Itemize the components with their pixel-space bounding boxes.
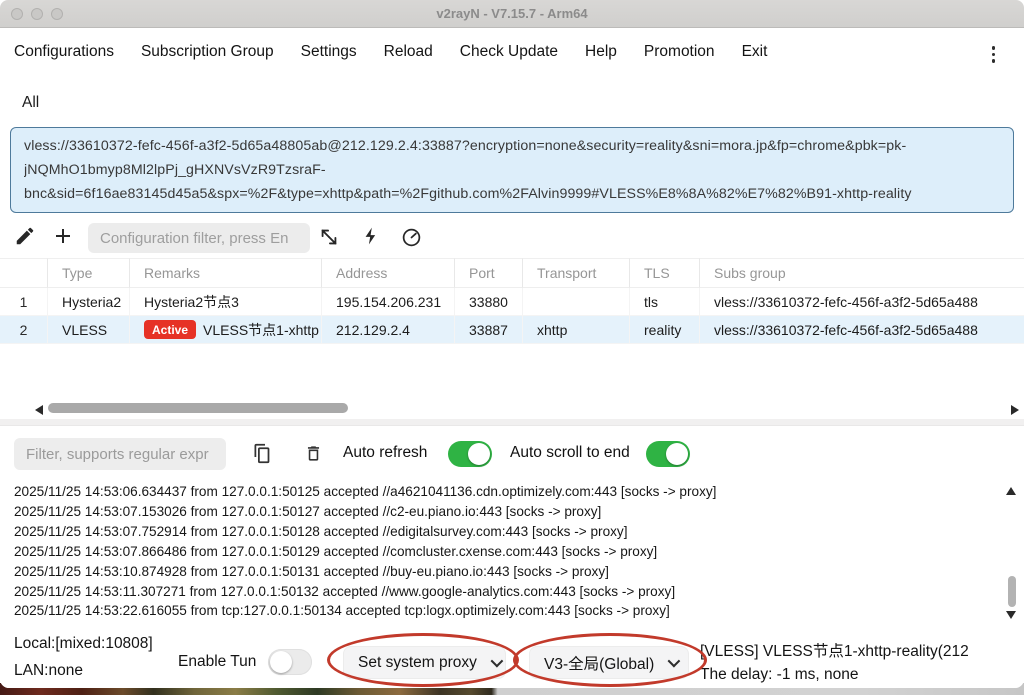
cell-subs-group: vless://33610372-fefc-456f-a3f2-5d65a488 — [700, 288, 1024, 316]
log-line: 2025/11/25 14:53:11.307271 from 127.0.0.… — [14, 582, 994, 602]
edit-pencil-icon[interactable] — [12, 223, 38, 249]
trash-icon[interactable] — [300, 440, 326, 466]
cell-subs-group: vless://33610372-fefc-456f-a3f2-5d65a488 — [700, 316, 1024, 344]
log-toolbar: Auto refresh Auto scroll to end — [0, 436, 1024, 474]
delay-info: The delay: -1 ms, none — [700, 666, 859, 684]
menu-exit[interactable]: Exit — [742, 43, 768, 61]
system-proxy-label: Set system proxy — [358, 654, 477, 672]
copy-icon[interactable] — [248, 440, 274, 466]
log-line: 2025/11/25 14:53:10.874928 from 127.0.0.… — [14, 562, 994, 582]
cell-remarks: Hysteria2节点3 — [130, 288, 322, 316]
speedometer-gauge-icon[interactable] — [398, 224, 424, 250]
menu-reload[interactable]: Reload — [384, 43, 433, 61]
cell-tls: reality — [630, 316, 700, 344]
table-row[interactable]: 1 Hysteria2 Hysteria2节点3 195.154.206.231… — [0, 288, 1024, 316]
auto-refresh-label: Auto refresh — [343, 444, 427, 462]
menu-help[interactable]: Help — [585, 43, 617, 61]
menu-subscription-group[interactable]: Subscription Group — [141, 43, 274, 61]
chevron-down-icon — [490, 655, 503, 668]
cell-transport — [523, 288, 630, 316]
local-port-status: Local:[mixed:10808] — [14, 635, 153, 653]
table-row-selected[interactable]: 2 VLESS Active VLESS节点1-xhttp 212.129.2.… — [0, 316, 1024, 344]
move-expand-arrows-icon[interactable] — [316, 224, 342, 250]
log-line: 2025/11/25 14:53:07.866486 from 127.0.0.… — [14, 542, 994, 562]
col-row-number — [0, 258, 48, 288]
scroll-left-arrow-icon[interactable] — [35, 405, 43, 415]
table-header-row: Type Remarks Address Port Transport TLS … — [0, 258, 1024, 288]
cell-address: 195.154.206.231 — [322, 288, 455, 316]
add-config-icon[interactable] — [50, 223, 76, 249]
horizontal-scrollbar-thumb[interactable] — [48, 403, 348, 413]
section-divider — [0, 419, 1024, 426]
status-bar: Local:[mixed:10808] LAN:none Enable Tun … — [0, 628, 1024, 688]
v2rayn-app: v2rayN - V7.15.7 - Arm64 Configurations … — [0, 0, 1024, 695]
cell-tls: tls — [630, 288, 700, 316]
cell-port: 33887 — [455, 316, 523, 344]
log-line: 2025/11/25 14:53:07.752914 from 127.0.0.… — [14, 522, 994, 542]
menu-settings[interactable]: Settings — [301, 43, 357, 61]
menu-configurations[interactable]: Configurations — [14, 43, 114, 61]
menu-promotion[interactable]: Promotion — [644, 43, 715, 61]
kebab-menu-icon[interactable] — [989, 43, 999, 66]
horizontal-scrollbar[interactable] — [0, 403, 1024, 417]
remarks-text: VLESS节点1-xhttp — [203, 320, 319, 340]
col-address[interactable]: Address — [322, 258, 455, 288]
active-node-info: [VLESS] VLESS节点1-xhttp-reality(212 — [700, 639, 969, 661]
chevron-down-icon — [668, 655, 681, 668]
configuration-filter-input[interactable] — [88, 223, 310, 253]
speedtest-lightning-icon[interactable] — [358, 223, 384, 249]
titlebar[interactable]: v2rayN - V7.15.7 - Arm64 — [0, 0, 1024, 28]
enable-tun-label: Enable Tun — [178, 653, 256, 671]
cell-address: 212.129.2.4 — [322, 316, 455, 344]
cell-port: 33880 — [455, 288, 523, 316]
col-subs-group[interactable]: Subs group — [700, 258, 1024, 288]
v2rayn-window: v2rayN - V7.15.7 - Arm64 Configurations … — [0, 0, 1024, 688]
row-number: 2 — [0, 316, 48, 344]
window-title: v2rayN - V7.15.7 - Arm64 — [0, 0, 1024, 28]
config-toolbar — [0, 220, 1024, 258]
cell-type: Hysteria2 — [48, 288, 130, 316]
log-line: 2025/11/25 14:53:07.153026 from 127.0.0.… — [14, 502, 994, 522]
share-url-box[interactable]: vless://33610372-fefc-456f-a3f2-5d65a488… — [10, 127, 1014, 213]
enable-tun-toggle[interactable] — [268, 649, 312, 675]
row-number: 1 — [0, 288, 48, 316]
cell-transport: xhttp — [523, 316, 630, 344]
cell-remarks: Active VLESS节点1-xhttp — [130, 316, 322, 344]
log-filter-input[interactable] — [14, 438, 226, 470]
share-url-line: jNQMhO1bmyp8Ml2lpPj_gHXNVsVzR9TzsraF- — [24, 158, 1000, 182]
auto-scroll-toggle[interactable] — [646, 441, 690, 467]
scroll-right-arrow-icon[interactable] — [1011, 405, 1019, 415]
routing-mode-dropdown[interactable]: V3-全局(Global) — [529, 646, 689, 679]
routing-mode-label: V3-全局(Global) — [544, 652, 654, 674]
scroll-down-arrow-icon[interactable] — [1006, 611, 1016, 619]
server-table: Type Remarks Address Port Transport TLS … — [0, 258, 1024, 344]
tab-all-groups[interactable]: All — [22, 94, 39, 112]
auto-refresh-toggle[interactable] — [448, 441, 492, 467]
col-port[interactable]: Port — [455, 258, 523, 288]
scroll-up-arrow-icon[interactable] — [1006, 487, 1016, 495]
cell-type: VLESS — [48, 316, 130, 344]
log-line: 2025/11/25 14:53:06.634437 from 127.0.0.… — [14, 482, 994, 502]
log-line: 2025/11/25 14:53:22.616055 from tcp:127.… — [14, 601, 994, 621]
share-url-line: bnc&sid=6f16ae83145d45a5&spx=%2F&type=xh… — [24, 182, 1000, 206]
col-type[interactable]: Type — [48, 258, 130, 288]
lan-status: LAN:none — [14, 662, 83, 680]
menu-bar: Configurations Subscription Group Settin… — [0, 29, 1024, 75]
system-proxy-dropdown[interactable]: Set system proxy — [343, 646, 506, 679]
vertical-scrollbar-thumb[interactable] — [1008, 576, 1016, 607]
col-transport[interactable]: Transport — [523, 258, 630, 288]
menu-check-update[interactable]: Check Update — [460, 43, 558, 61]
active-badge: Active — [144, 320, 196, 339]
auto-scroll-label: Auto scroll to end — [510, 444, 630, 462]
share-url-line: vless://33610372-fefc-456f-a3f2-5d65a488… — [24, 134, 1000, 158]
col-remarks[interactable]: Remarks — [130, 258, 322, 288]
col-tls[interactable]: TLS — [630, 258, 700, 288]
log-output[interactable]: 2025/11/25 14:53:06.634437 from 127.0.0.… — [14, 482, 994, 628]
